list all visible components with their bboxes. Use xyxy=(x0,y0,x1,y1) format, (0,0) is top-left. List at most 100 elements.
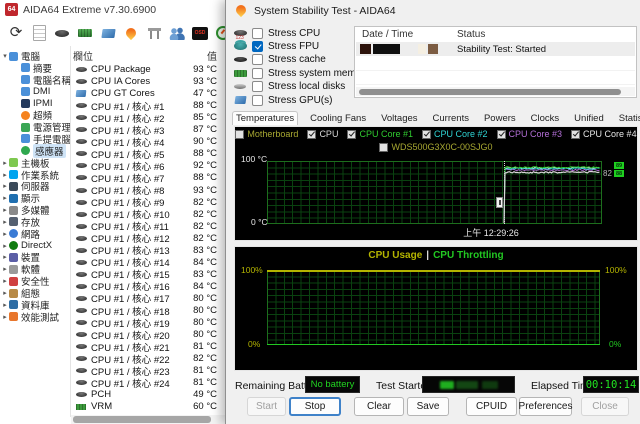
checkbox-stress-cpu[interactable] xyxy=(252,28,263,39)
sensor-row[interactable]: CPU #1 / 核心 #2481 °C xyxy=(71,377,225,389)
tree-expand-arrow[interactable]: ▾ xyxy=(1,52,9,60)
sensor-value: 82 °C xyxy=(193,221,217,232)
cpuid-button[interactable]: CPUID xyxy=(466,397,517,416)
tree-expand-arrow[interactable]: ▸ xyxy=(1,242,9,250)
report-icon-button[interactable] xyxy=(31,25,47,41)
tree-expand-arrow[interactable]: ▸ xyxy=(1,277,9,285)
sensor-row[interactable]: PCH49 °C xyxy=(71,389,225,401)
users-icon-button[interactable] xyxy=(169,25,185,41)
power-management-icon xyxy=(21,123,30,132)
stop-button[interactable]: Stop xyxy=(289,397,341,416)
lens-glyph xyxy=(76,284,87,289)
sensor-value: 60 °C xyxy=(193,401,217,412)
sidebar-item-network-icon[interactable]: ▸網路 xyxy=(1,228,40,240)
legend-checkbox[interactable] xyxy=(235,130,244,139)
refresh-icon-button[interactable] xyxy=(8,25,24,41)
legend-checkbox[interactable] xyxy=(347,130,356,139)
legend-label: Motherboard xyxy=(247,129,298,139)
tab-powers[interactable]: Powers xyxy=(481,112,519,125)
scrollbar-thumb[interactable] xyxy=(73,416,211,423)
tree-expand-arrow[interactable]: ▸ xyxy=(1,289,9,297)
preferences-button[interactable]: Preferences xyxy=(519,397,572,416)
right-titlebar[interactable]: System Stability Test - AIDA64 xyxy=(226,0,640,22)
legend-checkbox[interactable] xyxy=(307,130,316,139)
sidebar-item-computer-name-icon[interactable]: 電腦名稱 xyxy=(13,74,70,86)
legend-checkbox[interactable] xyxy=(379,143,388,152)
sensor-label: PCH xyxy=(91,389,193,400)
trace-cpu xyxy=(504,172,600,223)
memory-icon xyxy=(232,70,248,77)
tree-expand-arrow[interactable]: ▸ xyxy=(1,218,9,226)
checkbox-stress-cache[interactable] xyxy=(252,54,263,65)
memory-icon-button[interactable] xyxy=(77,25,93,41)
sensor-value: 80 °C xyxy=(193,293,217,304)
sidebar-item-label: DirectX xyxy=(21,240,52,251)
clear-button[interactable]: Clear xyxy=(354,397,404,416)
stress-option-gpu: Stress GPU(s) xyxy=(232,94,332,106)
column-header-field[interactable]: 欄位 xyxy=(73,48,93,63)
cpu-icon-button[interactable] xyxy=(54,25,70,41)
column-header-status[interactable]: Status xyxy=(457,29,485,40)
checkbox-stress-gpu-s-[interactable] xyxy=(252,95,263,106)
event-log-horizontal-scrollbar[interactable] xyxy=(356,87,635,96)
sensor-lens-icon xyxy=(75,296,87,301)
cpu-usage-plot xyxy=(267,270,600,345)
sensor-row[interactable]: VRM60 °C xyxy=(71,401,225,413)
sensor-label: CPU GT Cores xyxy=(91,88,193,99)
checkbox-stress-local-disks[interactable] xyxy=(252,81,263,92)
tab-voltages[interactable]: Voltages xyxy=(378,112,420,125)
osd-icon-button[interactable] xyxy=(192,25,208,41)
tab-currents[interactable]: Currents xyxy=(430,112,472,125)
left-titlebar[interactable]: 64 AIDA64 Extreme v7.30.6900 xyxy=(0,0,225,20)
tab-statistics[interactable]: Statistics xyxy=(616,112,640,125)
lens-glyph xyxy=(76,260,87,265)
tree-expand-arrow[interactable]: ▸ xyxy=(1,265,9,273)
tab-clocks[interactable]: Clocks xyxy=(528,112,563,125)
tree-expand-arrow[interactable]: ▸ xyxy=(1,301,9,309)
scrollbar-thumb[interactable] xyxy=(359,89,621,95)
legend-checkbox[interactable] xyxy=(497,130,506,139)
legend-checkbox[interactable] xyxy=(571,130,580,139)
column-header-datetime[interactable]: Date / Time xyxy=(362,29,413,40)
sensor-lens-icon xyxy=(75,248,87,253)
event-log-row[interactable]: Stability Test: Started xyxy=(356,42,635,56)
tree-expand-arrow[interactable]: ▸ xyxy=(1,206,9,214)
sensor-list-horizontal-scrollbar[interactable] xyxy=(71,415,225,424)
tree-expand-arrow[interactable]: ▸ xyxy=(1,313,9,321)
column-header-value[interactable]: 值 xyxy=(207,48,217,63)
sidebar-item-benchmark-icon[interactable]: ▸效能測試 xyxy=(1,311,59,323)
sensor-row[interactable]: CPU Package93 °C xyxy=(71,64,225,76)
navigation-tree: ▾電腦摘要電腦名稱DMIIPMI超頻電源管理手提電腦感應器▸主機板▸作業系統▸伺… xyxy=(0,46,70,417)
tree-expand-arrow[interactable]: ▸ xyxy=(1,194,9,202)
save-button[interactable]: Save xyxy=(407,397,449,416)
tree-expand-arrow[interactable]: ▸ xyxy=(1,182,9,190)
aida64-logo-icon: 64 xyxy=(5,3,18,16)
tab-unified[interactable]: Unified xyxy=(571,112,607,125)
sidebar-item-dmi-icon[interactable]: DMI xyxy=(13,86,50,98)
tree-expand-arrow[interactable]: ▸ xyxy=(1,171,9,179)
sensor-row[interactable]: CPU IA Cores93 °C xyxy=(71,76,225,88)
flame-icon xyxy=(234,3,248,17)
stress-option-memory: Stress system memory xyxy=(232,67,370,79)
lens-glyph xyxy=(76,344,87,349)
graph-tabs: Temperatures Cooling Fans Voltages Currents… xyxy=(232,110,640,125)
tree-expand-arrow[interactable]: ▸ xyxy=(1,253,9,261)
display-icon-button[interactable] xyxy=(100,25,116,41)
elapsed-time-value: 00:10:14 xyxy=(586,379,637,391)
laptop-icon xyxy=(21,134,30,143)
checkbox-stress-system-memory[interactable] xyxy=(252,68,263,79)
temperature-plot xyxy=(267,161,602,224)
checkbox-stress-fpu[interactable] xyxy=(252,41,263,52)
tree-expand-arrow[interactable]: ▸ xyxy=(1,230,9,238)
grid-line xyxy=(356,70,635,71)
left-window-title: AIDA64 Extreme v7.30.6900 xyxy=(23,4,156,16)
tab-temperatures[interactable]: Temperatures xyxy=(232,111,298,125)
tree-expand-arrow[interactable]: ▸ xyxy=(1,159,9,167)
benchmark-icon-button[interactable] xyxy=(146,25,162,41)
sensor-value: 81 °C xyxy=(193,341,217,352)
legend-checkbox[interactable] xyxy=(422,130,431,139)
flame-icon-button[interactable] xyxy=(123,25,139,41)
temp-end-values-cores: 89 88 xyxy=(614,162,624,178)
tab-cooling-fans[interactable]: Cooling Fans xyxy=(307,112,369,125)
sensor-value: 80 °C xyxy=(193,305,217,316)
